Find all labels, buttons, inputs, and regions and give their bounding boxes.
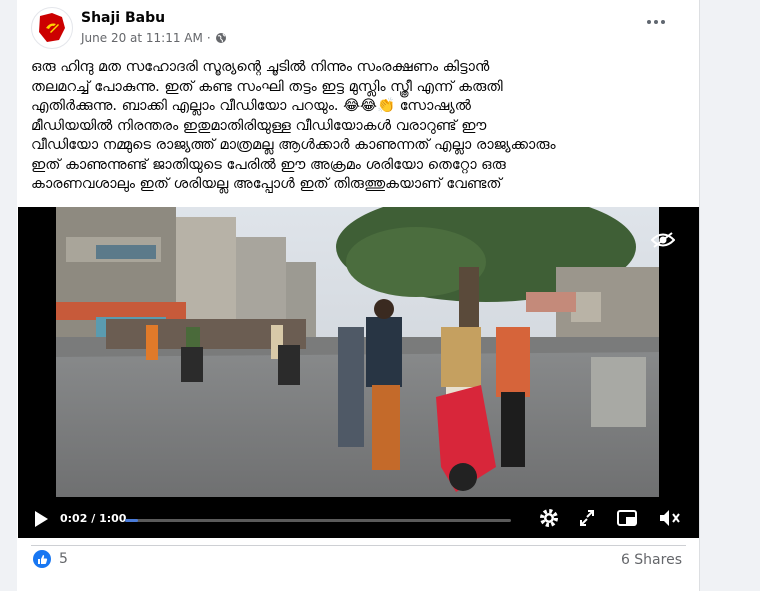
video-progress-fill bbox=[125, 519, 138, 522]
picture-in-picture-icon[interactable] bbox=[616, 507, 638, 529]
avatar[interactable] bbox=[31, 7, 73, 49]
meta-separator: · bbox=[206, 31, 211, 45]
video-player[interactable]: 0:02 / 1:00 bbox=[18, 207, 699, 538]
post-card: Shaji Babu June 20 at 11:11 AM · ഒരു ഹിന… bbox=[17, 0, 700, 591]
eye-icon[interactable] bbox=[651, 231, 675, 249]
author-name[interactable]: Shaji Babu bbox=[81, 10, 165, 26]
like-icon bbox=[33, 550, 51, 568]
gear-icon[interactable] bbox=[538, 507, 560, 529]
shares-count[interactable]: 6 Shares bbox=[621, 552, 682, 568]
reactions-summary[interactable]: 5 bbox=[33, 550, 68, 568]
video-time: 0:02 / 1:00 bbox=[60, 512, 127, 525]
play-icon[interactable] bbox=[33, 510, 49, 528]
expand-icon[interactable] bbox=[577, 507, 597, 529]
reaction-count: 5 bbox=[59, 551, 68, 567]
video-progress-bar[interactable] bbox=[125, 519, 511, 522]
globe-icon bbox=[215, 33, 226, 43]
more-options-icon[interactable] bbox=[643, 12, 669, 32]
page-background bbox=[700, 0, 760, 591]
footer-divider bbox=[31, 545, 686, 546]
video-controls: 0:02 / 1:00 bbox=[18, 503, 699, 538]
party-flag-icon bbox=[39, 13, 65, 42]
video-current-time: 0:02 bbox=[60, 512, 88, 525]
video-duration: 1:00 bbox=[99, 512, 127, 525]
post-timestamp[interactable]: June 20 at 11:11 AM bbox=[81, 31, 203, 45]
video-frame bbox=[56, 207, 659, 497]
volume-icon[interactable] bbox=[658, 507, 682, 529]
post-meta: June 20 at 11:11 AM · bbox=[81, 31, 227, 45]
post-text: ഒരു ഹിന്ദു മത സഹോദരി സൂര്യന്റെ ചൂടിൽ നിന… bbox=[31, 59, 556, 192]
